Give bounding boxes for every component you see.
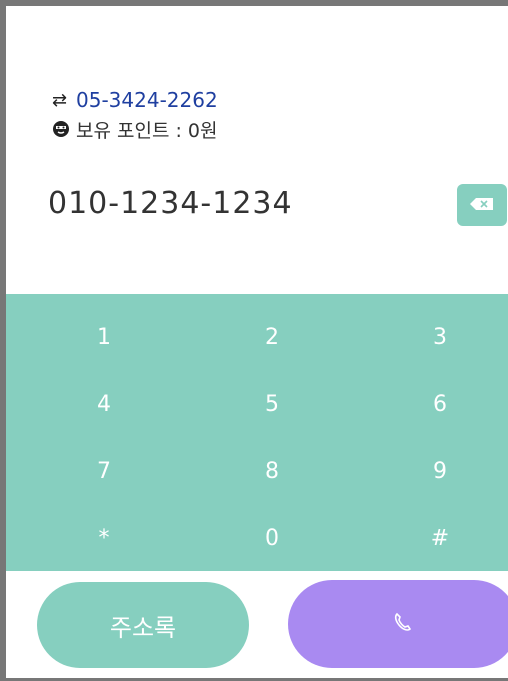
caller-number-row: ⇄ 05-3424-2262 xyxy=(52,86,218,114)
points-row: 보유 포인트 : 0원 xyxy=(52,115,218,143)
key-9[interactable]: 9 xyxy=(390,441,490,501)
key-5[interactable]: 5 xyxy=(222,374,322,434)
call-button[interactable] xyxy=(288,580,508,668)
key-4[interactable]: 4 xyxy=(54,374,154,434)
key-7[interactable]: 7 xyxy=(54,441,154,501)
backspace-button[interactable] xyxy=(457,184,507,226)
key-0[interactable]: 0 xyxy=(222,508,322,568)
face-icon xyxy=(52,120,76,138)
key-3[interactable]: 3 xyxy=(390,307,490,367)
swap-arrows-icon: ⇄ xyxy=(52,89,68,111)
phone-icon xyxy=(392,611,414,637)
backspace-icon xyxy=(469,196,495,215)
key-hash[interactable]: # xyxy=(390,508,490,568)
key-star[interactable]: * xyxy=(54,508,154,568)
key-6[interactable]: 6 xyxy=(390,374,490,434)
key-8[interactable]: 8 xyxy=(222,441,322,501)
key-2[interactable]: 2 xyxy=(222,307,322,367)
caller-info: ⇄ 05-3424-2262 보유 포인트 : 0원 xyxy=(52,86,218,143)
points-text: 보유 포인트 : 0원 xyxy=(76,119,218,142)
keypad: 1 2 3 4 5 6 7 8 9 * 0 # xyxy=(6,294,508,571)
dialer-screen: ⇄ 05-3424-2262 보유 포인트 : 0원 010-1234-1234 xyxy=(0,0,508,681)
dialed-number-display: 010-1234-1234 xyxy=(48,186,293,221)
caller-number[interactable]: 05-3424-2262 xyxy=(76,88,218,112)
key-1[interactable]: 1 xyxy=(54,307,154,367)
contacts-button[interactable]: 주소록 xyxy=(37,582,249,668)
